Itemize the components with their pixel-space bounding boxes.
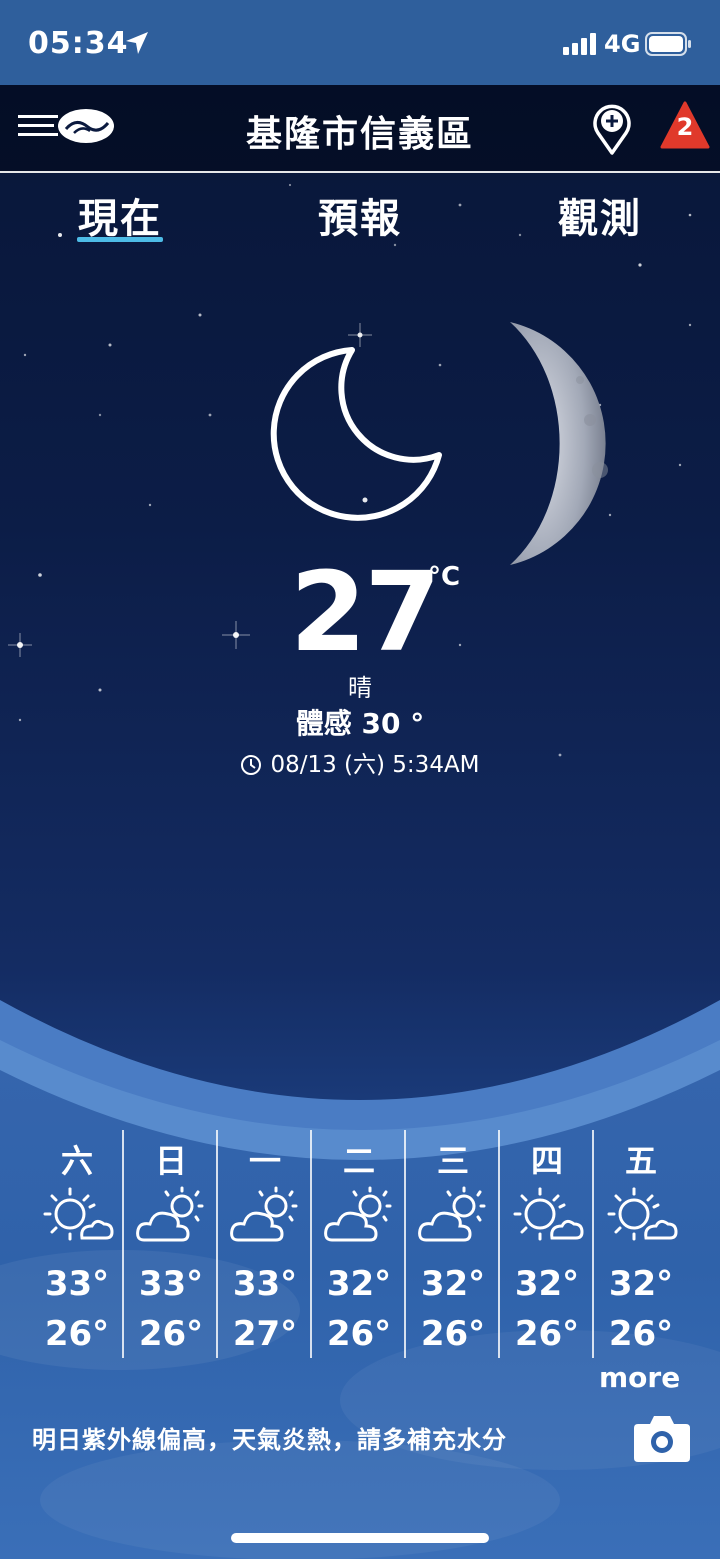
camera-icon[interactable] [632,1412,692,1464]
status-bar: 05:34 4G [0,0,720,85]
status-time: 05:34 [28,26,129,61]
crescent-moon-icon [270,347,442,521]
day-low: 27° [232,1314,298,1354]
forecast-day[interactable]: 六 33° 26° [30,1128,124,1360]
home-indicator[interactable] [231,1533,489,1543]
active-tab-indicator [77,237,163,242]
menu-logo-icon[interactable] [16,105,116,149]
network-label: 4G [604,30,641,58]
forecast-day[interactable]: 日 33° 26° [124,1128,218,1360]
alert-count: 2 [676,113,694,141]
forecast-day[interactable]: 五 32° 26° [594,1128,688,1360]
weather-condition: 晴 [348,674,372,702]
cloud-sun-icon [418,1186,486,1242]
day-high: 32° [608,1264,674,1304]
day-high: 32° [514,1264,580,1304]
cloud-sun-icon [230,1186,298,1242]
forecast-day[interactable]: 四 32° 26° [500,1128,594,1360]
day-low: 26° [44,1314,110,1354]
location-arrow-icon [126,32,148,54]
day-name: 二 [342,1142,375,1180]
forecast-day[interactable]: 三 32° 26° [406,1128,500,1360]
sun-cloud-icon [513,1187,584,1241]
weather-advisory: 明日紫外線偏高，天氣炎熱，請多補充水分 [32,1426,507,1454]
add-location-icon[interactable] [590,103,634,155]
tab-now[interactable]: 現在 [40,186,200,244]
day-name: 四 [530,1142,563,1180]
day-high: 32° [326,1264,392,1304]
day-low: 26° [420,1314,486,1354]
sun-cloud-icon [43,1187,114,1241]
day-name: 一 [248,1142,281,1180]
day-low: 26° [514,1314,580,1354]
day-low: 26° [608,1314,674,1354]
update-time-row: 08/13 (六) 5:34AM [0,745,720,779]
update-time: 08/13 (六) 5:34AM [270,752,480,778]
feels-like-temperature: 體感 30 ° [295,707,425,740]
battery-icon [645,32,691,56]
day-low: 26° [326,1314,392,1354]
cloud-sun-icon [136,1186,204,1242]
day-high: 33° [232,1264,298,1304]
day-high: 32° [420,1264,486,1304]
day-name: 日 [154,1142,187,1180]
day-low: 26° [138,1314,204,1354]
day-high: 33° [138,1264,204,1304]
temperature-unit: °C [428,562,461,592]
cloud-sun-icon [324,1186,392,1242]
location-title[interactable]: 基隆市信義區 [160,105,560,157]
day-high: 33° [44,1264,110,1304]
sun-cloud-icon [607,1187,678,1241]
day-name: 五 [624,1142,657,1180]
weekly-forecast[interactable]: 六 33° 26° 日 33° 26° 一 33° 27° 二 32° 26° … [30,1128,690,1360]
clock-icon [241,755,262,775]
moon-photo-decoration [510,322,608,565]
forecast-day[interactable]: 二 32° 26° [312,1128,406,1360]
more-forecast-link[interactable]: more [599,1361,680,1394]
alert-badge[interactable]: 2 [660,101,710,151]
tab-forecast[interactable]: 預報 [280,186,440,244]
current-temperature: 27 [290,548,441,676]
signal-bars-icon [563,33,596,55]
day-name: 六 [60,1142,93,1180]
tab-observe[interactable]: 觀測 [520,186,680,244]
forecast-day[interactable]: 一 33° 27° [218,1128,312,1360]
day-name: 三 [436,1142,469,1180]
